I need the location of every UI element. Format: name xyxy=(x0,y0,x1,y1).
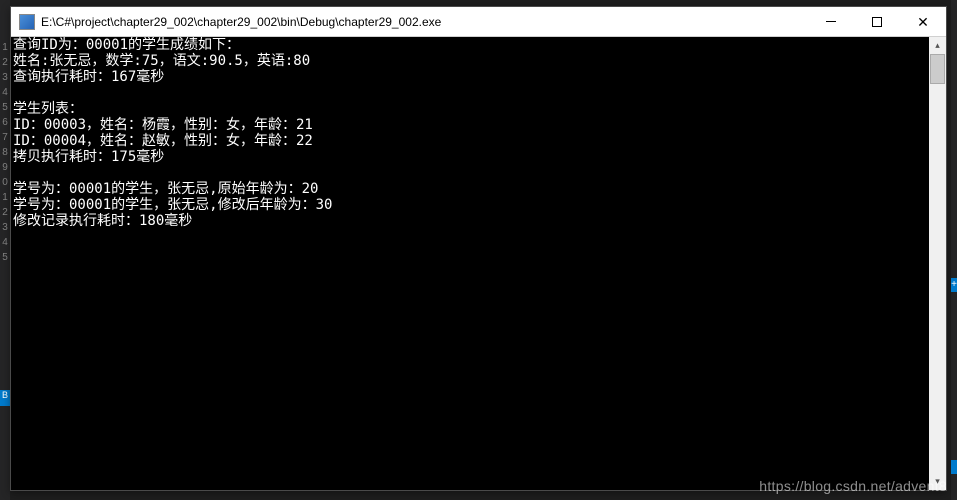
console-line: 拷贝执行耗时：175毫秒 xyxy=(13,149,164,165)
editor-line-gutter: 123 456 789 012 345 xyxy=(0,0,10,500)
titlebar[interactable]: E:\C#\project\chapter29_002\chapter29_00… xyxy=(11,7,946,37)
minimize-button[interactable] xyxy=(808,7,854,37)
close-button[interactable]: ✕ xyxy=(900,7,946,37)
console-line: ID：00003，姓名：杨霞，性别：女，年龄：21 xyxy=(13,117,313,133)
gutter-badge: B xyxy=(0,390,10,406)
close-icon: ✕ xyxy=(917,15,929,29)
console-line: 修改记录执行耗时：180毫秒 xyxy=(13,213,192,229)
console-line: ID：00004，姓名：赵敏，性别：女，年龄：22 xyxy=(13,133,313,149)
console-line: 查询ID为：00001的学生成绩如下： xyxy=(13,37,240,53)
console-line: 学号为：00001的学生，张无忌,原始年龄为：20 xyxy=(13,181,318,197)
console-window: E:\C#\project\chapter29_002\chapter29_00… xyxy=(10,6,947,491)
maximize-button[interactable] xyxy=(854,7,900,37)
console-line: 学生列表： xyxy=(13,101,83,117)
console-output[interactable]: 查询ID为：00001的学生成绩如下： 姓名:张无忌，数学:75，语文:90.5… xyxy=(11,37,929,490)
console-line: 查询执行耗时：167毫秒 xyxy=(13,69,164,85)
minimize-icon xyxy=(826,21,836,22)
window-controls: ✕ xyxy=(808,7,946,37)
vertical-scrollbar[interactable]: ▴ ▾ xyxy=(929,37,946,490)
console-body: 查询ID为：00001的学生成绩如下： 姓名:张无忌，数学:75，语文:90.5… xyxy=(11,37,946,490)
maximize-icon xyxy=(872,17,882,27)
console-line: 姓名:张无忌，数学:75，语文:90.5，英语:80 xyxy=(13,53,310,69)
app-icon xyxy=(19,14,35,30)
console-line: 学号为：00001的学生，张无忌,修改后年龄为：30 xyxy=(13,197,332,213)
watermark-text: https://blog.csdn.net/advent8 xyxy=(759,478,947,494)
scroll-thumb[interactable] xyxy=(930,54,945,84)
window-title: E:\C#\project\chapter29_002\chapter29_00… xyxy=(41,15,808,29)
right-badge-info[interactable] xyxy=(951,460,957,474)
right-badge-plus[interactable]: + xyxy=(951,278,957,292)
right-edge xyxy=(951,0,957,500)
scroll-up-arrow[interactable]: ▴ xyxy=(929,37,946,54)
